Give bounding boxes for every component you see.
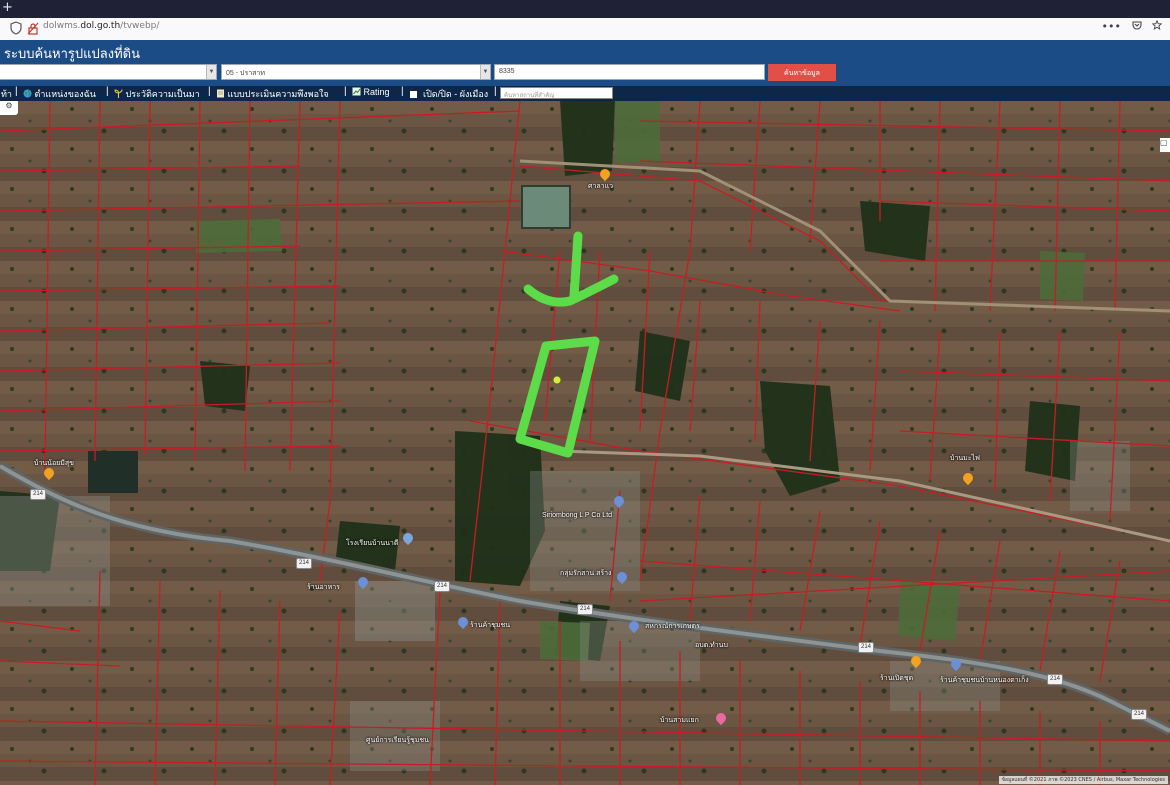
browser-actions: ••• (1095, 19, 1163, 33)
sprout-icon (114, 89, 123, 98)
toolbar-history[interactable]: ประวัติความเป็นมา (114, 87, 200, 101)
pocket-icon[interactable] (1131, 20, 1146, 33)
map-label[interactable]: บ้านสามแยก (660, 715, 699, 726)
url-text[interactable]: dolwms.dol.go.th/tvwebp/ (43, 21, 159, 31)
annotation-arrow-shaft (569, 231, 583, 301)
history-label: ประวัติความเป็นมา (125, 89, 200, 99)
road-shield: 214 (434, 581, 450, 592)
page-actions-menu-button[interactable]: ••• (1102, 20, 1121, 33)
fullscreen-icon[interactable]: ▢ (1160, 138, 1168, 147)
parcel-number-value: 8335 (499, 68, 515, 75)
globe-icon (23, 89, 32, 98)
map-label[interactable]: ร้านเปิดชุด (880, 673, 913, 684)
layers-icon[interactable]: ⚙ (5, 101, 12, 110)
star-icon[interactable] (1151, 19, 1163, 33)
map-label[interactable]: อบต.ทำนบ (695, 640, 728, 651)
toolbar-home-link[interactable]: ท้า (1, 87, 12, 101)
toolbar-separator: | (494, 86, 497, 97)
road-shield: 214 (1047, 674, 1063, 685)
map-side-control[interactable]: ▢ (1160, 138, 1170, 152)
toolbar-separator: | (15, 86, 18, 97)
survey-label: แบบประเมินความพึงพอใจ (227, 89, 329, 99)
app-title: ระบบค้นหารูปแปลงที่ดิน (4, 46, 140, 61)
toolbar-survey[interactable]: แบบประเมินความพึงพอใจ (216, 87, 329, 101)
district-select[interactable]: 05 - ปราสาท ▼ (221, 64, 491, 80)
map-label[interactable]: ร้านค้าชุมชน (470, 620, 510, 631)
toolbar-separator: | (208, 86, 211, 97)
map-label[interactable]: ร้านค้าชุมชนบ้านหนองตาเก็ง (940, 675, 1029, 686)
url-path: /tvwebp/ (120, 21, 160, 31)
pond (521, 185, 571, 229)
map-layer-control[interactable]: ⚙ (0, 101, 18, 115)
map-attribution: ข้อมูลแผนที่ ©2021 ภาพ ©2023 CNES / Airb… (998, 776, 1168, 784)
map-label[interactable]: บ้านน้อยมีสุข (34, 458, 74, 469)
chevron-down-icon[interactable]: ▼ (206, 65, 216, 79)
district-select-value: 05 - ปราสาท (226, 70, 265, 77)
map-label[interactable]: ร้านอาหาร (307, 582, 340, 593)
city-plan-checkbox[interactable] (410, 91, 417, 99)
parcel-number-input[interactable]: 8335 (494, 64, 765, 80)
place-search-input[interactable]: ค้นหาสถานที่สำคัญ (500, 87, 613, 99)
road-shield: 214 (1131, 709, 1147, 720)
chart-icon (352, 87, 361, 96)
browser-url-bar[interactable]: dolwms.dol.go.th/tvwebp/ ••• (0, 18, 1170, 41)
road-shield: 214 (296, 558, 312, 569)
app-header: ระบบค้นหารูปแปลงที่ดิน ▼ 05 - ปราสาท ▼ 8… (0, 40, 1170, 86)
rating-label: Rating (363, 87, 390, 97)
my-location-label: ตำแหน่งของฉัน (34, 89, 96, 99)
map-label[interactable]: กลุ่มรักสาน สร้าง (560, 568, 611, 579)
toolbar-separator: | (401, 86, 404, 97)
url-domain: dol.go.th (80, 21, 121, 31)
toolbar-rating[interactable]: Rating (352, 87, 390, 97)
lock-icon[interactable] (27, 22, 39, 35)
document-icon (217, 89, 224, 98)
map-label[interactable]: Siriombong L P Co Ltd (542, 512, 612, 519)
road-shield: 214 (858, 642, 874, 653)
satellite-map[interactable]: ศาลาแว Siriombong L P Co Ltd โรงเรียนบ้า… (0, 101, 1170, 785)
toolbar-my-location[interactable]: ตำแหน่งของฉัน (23, 87, 96, 101)
map-toolbar: ท้า | ตำแหน่งของฉัน | ประวัติความเป็นมา … (0, 86, 1170, 101)
new-tab-button[interactable]: + (2, 0, 13, 16)
browser-tab-strip: + (0, 0, 1170, 18)
chevron-down-icon[interactable]: ▼ (480, 65, 490, 79)
map-label[interactable]: ศาลาแว (588, 181, 613, 192)
map-label[interactable]: ศูนย์การเรียนรู้ชุมชน (366, 735, 429, 746)
parcel-marker[interactable] (552, 375, 562, 385)
url-prefix: dolwms. (43, 21, 81, 31)
city-plan-label: เปิด/ปิด - ผังเมือง (423, 89, 489, 99)
shield-icon[interactable] (10, 21, 22, 35)
road-shield: 214 (30, 489, 46, 500)
toolbar-separator: | (106, 86, 109, 97)
toolbar-separator: | (344, 86, 347, 97)
map-label[interactable]: โรงเรียนบ้านนาดี (346, 538, 398, 549)
toolbar-city-plan-toggle[interactable]: เปิด/ปิด - ผังเมือง (410, 87, 488, 101)
province-select[interactable]: ▼ (0, 64, 217, 80)
search-button[interactable]: ค้นหาข้อมูล (768, 64, 836, 81)
map-label[interactable]: บ้านมะไฟ (950, 453, 980, 464)
map-label[interactable]: สหกรณ์การเกษตร (645, 621, 700, 632)
road-shield: 214 (577, 604, 593, 615)
